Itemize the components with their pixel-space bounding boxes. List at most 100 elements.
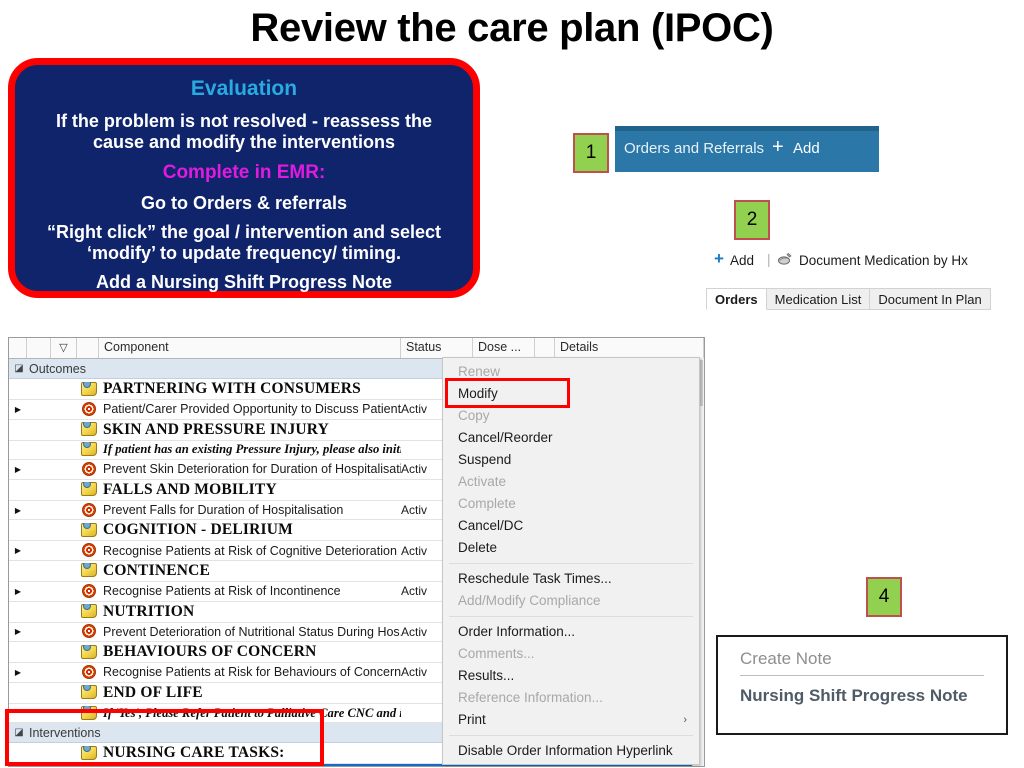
menu-item-results[interactable]: Results... <box>443 665 699 687</box>
expand-arrow-icon[interactable]: ▶ <box>9 405 27 414</box>
row-component-label: END OF LIFE <box>103 683 203 701</box>
section-icon <box>81 442 97 457</box>
evaluation-emr-heading: Complete in EMR: <box>162 162 326 183</box>
row-component-label: NUTRITION <box>103 602 195 620</box>
expand-arrow-icon[interactable]: ▶ <box>9 668 27 677</box>
row-icon-cell <box>77 522 101 538</box>
row-icon-cell <box>77 563 101 578</box>
filter-icon[interactable]: ▽ <box>51 338 77 358</box>
menu-item-reschedule-task-times[interactable]: Reschedule Task Times... <box>443 568 699 590</box>
evaluation-line-1: If the problem is not resolved - reasses… <box>55 111 433 152</box>
menu-item-label: Comments... <box>458 646 535 661</box>
menu-item-label: Renew <box>458 364 501 379</box>
menu-item-cancel-dc[interactable]: Cancel/DC <box>443 515 699 537</box>
header-component[interactable]: Component <box>99 338 401 358</box>
row-icon-cell <box>77 765 101 766</box>
row-component-label: BEHAVIOURS OF CONCERN <box>103 643 317 661</box>
row-component-label: PARTNERING WITH CONSUMERS <box>103 380 361 397</box>
slide-canvas: Review the care plan (IPOC) Evaluation I… <box>0 0 1024 768</box>
goal-icon <box>82 583 96 598</box>
menu-item-complete: Complete <box>443 493 699 515</box>
row-icon-cell <box>77 442 101 457</box>
menu-item-order-information[interactable]: Order Information... <box>443 621 699 643</box>
header-status[interactable]: Status <box>401 338 473 358</box>
page-title: Review the care plan (IPOC) <box>250 6 774 50</box>
menu-item-label: Order Information... <box>458 624 576 639</box>
collapse-triangle-icon[interactable]: ◪ <box>9 363 29 374</box>
header-expand <box>9 338 27 358</box>
row-component-label: Prevent Skin Deterioration for Duration … <box>103 462 401 477</box>
menu-item-label: Print <box>458 712 486 727</box>
tab-document-in-plan[interactable]: Document In Plan <box>870 288 991 310</box>
banner-top-strip <box>615 126 879 131</box>
row-component-label: Prevent Deterioration of Nutritional Sta… <box>103 624 401 639</box>
menu-item-cancel-reorder[interactable]: Cancel/Reorder <box>443 427 699 449</box>
expand-arrow-icon[interactable]: ▶ <box>9 465 27 474</box>
evaluation-callout: Evaluation If the problem is not resolve… <box>8 58 480 298</box>
step-badge-4: 4 <box>866 577 902 617</box>
goal-icon <box>82 664 96 679</box>
document-medication-icon <box>777 252 793 269</box>
row-component-label: Recognise Patients at Risk of Incontinen… <box>103 584 341 599</box>
section-icon <box>81 522 97 537</box>
menu-item-reference-information: Reference Information... <box>443 687 699 709</box>
row-component-label: CONTINENCE <box>103 561 211 579</box>
plus-icon: + <box>714 249 724 268</box>
banner-add-button[interactable]: Add <box>793 140 820 157</box>
tab-orders[interactable]: Orders <box>706 288 767 310</box>
menu-item-disable-order-information-hyperlink[interactable]: Disable Order Information Hyperlink <box>443 740 699 762</box>
goal-icon <box>82 624 96 639</box>
section-icon <box>81 705 97 720</box>
document-medication-by-hx-button[interactable]: Document Medication by Hx <box>799 253 968 268</box>
row-component-label: Recognise Patients at Risk for Behaviour… <box>103 665 401 680</box>
grid-header-row: ▽ Component Status Dose ... Details <box>9 338 704 359</box>
add-button[interactable]: Add <box>730 253 754 268</box>
expand-arrow-icon[interactable]: ▶ <box>9 546 27 555</box>
menu-item-label: Cancel/DC <box>458 518 524 533</box>
expand-arrow-icon[interactable]: ▶ <box>9 627 27 636</box>
tab-medication-list[interactable]: Medication List <box>766 288 871 310</box>
row-icon-cell <box>77 422 101 437</box>
expand-arrow-icon[interactable]: ▶ <box>9 587 27 596</box>
section-icon <box>81 563 97 578</box>
row-icon-cell <box>77 624 101 639</box>
menu-item-suspend[interactable]: Suspend <box>443 449 699 471</box>
submenu-chevron-icon: › <box>683 714 687 726</box>
section-icon <box>81 685 97 700</box>
group-label-interventions: Interventions <box>29 725 101 740</box>
header-details[interactable]: Details <box>555 338 704 358</box>
orders-toolbar: + Add | Document Medication by Hx <box>714 249 974 272</box>
row-component-label: FALLS AND MOBILITY <box>103 480 277 498</box>
task-icon <box>82 765 96 766</box>
create-note-panel: Create Note Nursing Shift Progress Note <box>716 635 1008 735</box>
menu-item-label: Disable Order Information Hyperlink <box>458 743 673 758</box>
section-icon <box>81 381 97 396</box>
row-component-label: COGNITION - DELIRIUM <box>103 521 294 539</box>
goal-icon <box>82 543 96 558</box>
menu-item-print[interactable]: Print › <box>443 709 699 731</box>
menu-item-label: Delete <box>458 540 498 555</box>
menu-item-copy: Copy <box>443 405 699 427</box>
menu-separator <box>449 735 693 736</box>
row-icon-cell <box>77 461 101 477</box>
header-icon <box>77 338 99 358</box>
toolbar-divider: | <box>767 252 771 267</box>
orders-and-referrals-banner[interactable]: Orders and Referrals + Add <box>615 126 879 172</box>
create-note-title: Create Note <box>740 649 984 676</box>
section-icon <box>81 745 97 760</box>
collapse-triangle-icon[interactable]: ◪ <box>9 727 29 738</box>
row-checkbox[interactable] <box>27 766 51 767</box>
expand-arrow-icon[interactable]: ▶ <box>9 506 27 515</box>
checkbox-icon[interactable] <box>32 766 46 767</box>
menu-item-label: Add/Modify Compliance <box>458 593 601 608</box>
menu-item-delete[interactable]: Delete <box>443 537 699 559</box>
row-icon-cell <box>77 705 101 721</box>
evaluation-line-4: Add a Nursing Shift Progress Note <box>95 272 393 292</box>
row-icon-cell <box>77 583 101 599</box>
menu-item-label: Complete <box>458 496 516 511</box>
header-dose[interactable]: Dose ... <box>473 338 535 358</box>
menu-item-label: Cancel/Reorder <box>458 430 553 445</box>
section-icon <box>81 422 97 437</box>
nursing-shift-progress-note-item[interactable]: Nursing Shift Progress Note <box>740 676 984 706</box>
goal-icon <box>82 401 96 416</box>
